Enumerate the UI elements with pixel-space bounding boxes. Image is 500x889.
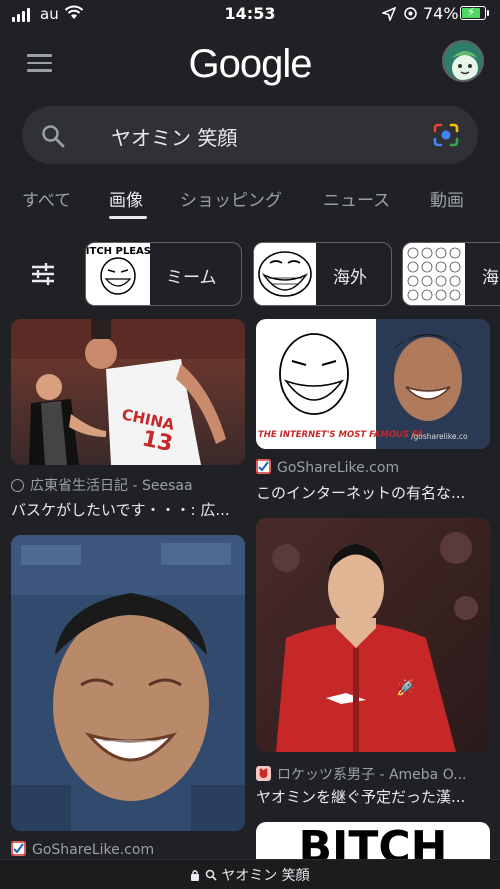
result-source-label[interactable]: ロケッツ系男子 - Ameba O... [277,767,467,783]
image-result[interactable]: 🚀 ロケッツ系男子 - Ameba O... ヤオミンを継ぐ予定だった漢... [256,518,490,808]
battery-icon: ⚡ [460,5,486,20]
result-image-bitch-please[interactable]: BITCH [256,822,490,859]
svg-text:🚀: 🚀 [396,678,416,697]
result-title[interactable]: ヤオミンを継ぐ予定だった漢... [256,786,465,807]
google-lens-icon[interactable] [432,122,460,152]
battery-nub [487,10,489,16]
status-bar: au 14:53 74% ⚡ [0,0,500,28]
image-result[interactable]: CHINA 13 広東省生活日記 - Seesaa バスケがしたいです・・・: … [11,319,245,519]
result-image-rockets-player[interactable]: 🚀 [256,518,490,752]
gosharelike-favicon [256,459,271,474]
tab-news[interactable]: ニュース [323,186,390,211]
tab-shopping[interactable]: ショッピング [180,186,282,211]
svg-text:THE INTERNET'S MOST FAMOUS FA: THE INTERNET'S MOST FAMOUS FA [258,430,423,440]
active-tab-indicator [109,216,147,219]
svg-text:/gosharelike.co: /gosharelike.co [411,432,468,441]
location-arrow-icon [380,6,397,25]
result-image-basketball[interactable]: CHINA 13 [11,319,245,465]
gosharelike-favicon [11,841,26,856]
chip-overseas[interactable]: 海外 [253,242,392,306]
lock-icon [190,868,204,884]
result-source[interactable]: 広東省生活日記 - Seesaa [11,475,193,495]
result-source-label[interactable]: GoShareLike.com [32,842,154,858]
tab-images[interactable]: 画像 [109,186,143,211]
ameba-favicon [256,766,271,781]
google-logo[interactable]: Google [0,42,500,87]
battery-percentage: 74% [423,4,459,23]
image-result[interactable]: GoShareLike.com [11,535,245,859]
chip-overseas-label: 海外 [333,268,367,288]
chip-overseas-2-label: 海 [482,268,499,288]
image-result[interactable]: THE INTERNET'S MOST FAMOUS FA /goshareli… [256,319,490,502]
result-image-meme-comparison[interactable]: THE INTERNET'S MOST FAMOUS FA /goshareli… [256,319,490,449]
search-icon[interactable] [40,123,66,153]
search-bar[interactable]: ヤオミン 笑顔 [22,106,478,164]
search-tabs: すべて 画像 ショッピング ニュース 動画 [0,186,500,218]
result-source-label[interactable]: 広東省生活日記 - Seesaa [30,478,193,494]
chip-meme-thumbnail: BITCH PLEASE [86,243,158,305]
filter-tune-icon[interactable] [30,262,56,290]
result-title[interactable]: バスケがしたいです・・・: 広... [11,499,230,520]
result-image-laughing-face[interactable] [11,535,245,831]
result-source-label[interactable]: GoShareLike.com [277,460,399,476]
profile-avatar[interactable] [442,40,484,82]
chip-meme[interactable]: BITCH PLEASE ミーム [85,242,242,306]
rotation-lock-icon [403,6,418,25]
image-result[interactable]: BITCH [256,822,490,859]
chip-overseas-2[interactable]: 海 [402,242,500,306]
chip-overseas-thumbnail [254,243,316,305]
chip-meme-label: ミーム [166,268,217,288]
tab-videos[interactable]: 動画 [430,186,464,211]
result-source[interactable]: ロケッツ系男子 - Ameba O... [256,764,467,784]
result-source[interactable]: GoShareLike.com [256,459,399,476]
result-title[interactable]: このインターネットの有名な... [256,482,465,503]
search-icon [205,868,221,884]
globe-icon [11,479,24,492]
chip-overseas-2-thumbnail [403,243,465,305]
result-source[interactable]: GoShareLike.com [11,841,154,858]
svg-text:BITCH: BITCH [298,822,447,859]
address-bar[interactable]: ヤオミン 笑顔 [0,859,500,889]
address-bar-text[interactable]: ヤオミン 笑顔 [221,868,309,884]
tab-all[interactable]: すべて [22,186,71,211]
search-query[interactable]: ヤオミン 笑顔 [111,122,237,151]
svg-text:BITCH PLEASE: BITCH PLEASE [86,246,150,257]
